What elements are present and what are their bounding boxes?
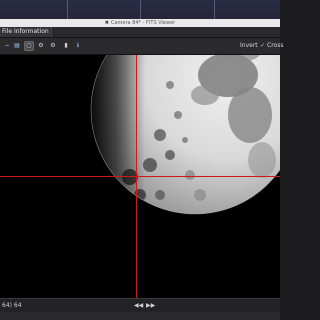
crosshair-toggle[interactable]: Cross	[267, 41, 283, 51]
window-top-strip	[0, 0, 280, 19]
tab-file-information[interactable]: File Information	[0, 27, 52, 37]
window-title: Camera 84* - FITS Viewer	[110, 20, 176, 26]
settings-gear-icon[interactable]: ⚙	[37, 42, 45, 50]
viewer-toolbar: − ▤ ▢ ⚙ ⚙ ▮ ℹ Invert ✓ Cross	[0, 38, 283, 55]
info-icon[interactable]: ℹ	[74, 42, 82, 50]
tab-bar: File Information	[0, 27, 280, 38]
strip-divider	[67, 0, 68, 19]
crosshair-check-icon[interactable]: ✓	[260, 41, 265, 51]
wrench-icon: ✖	[104, 20, 109, 26]
image-stretch-icon[interactable]: ▤	[13, 42, 21, 50]
window-titlebar[interactable]: ✖ Camera 84* - FITS Viewer	[0, 19, 280, 27]
window-title-wrap: ✖ Camera 84* - FITS Viewer	[0, 19, 280, 27]
histogram-icon[interactable]: ⚙	[49, 42, 57, 50]
next-frame-icon[interactable]: ▶▶	[146, 301, 155, 310]
crosshair-vertical	[136, 55, 137, 298]
zoom-out-icon[interactable]: −	[3, 42, 11, 50]
strip-divider	[140, 0, 141, 19]
fit-to-screen-icon[interactable]: ▢	[24, 41, 34, 51]
image-viewport[interactable]	[0, 55, 280, 298]
window-bottom-edge	[0, 312, 280, 320]
strip-divider	[214, 0, 215, 19]
bookmark-icon[interactable]: ▮	[62, 42, 70, 50]
invert-toggle[interactable]: Invert	[240, 41, 258, 51]
cursor-coordinates: 64) 64	[2, 302, 22, 309]
crosshair-horizontal	[0, 176, 280, 177]
status-bar: 64) 64 ◀◀ ▶▶	[0, 298, 280, 312]
previous-frame-icon[interactable]: ◀◀	[134, 301, 143, 310]
moon-disc	[91, 55, 280, 214]
